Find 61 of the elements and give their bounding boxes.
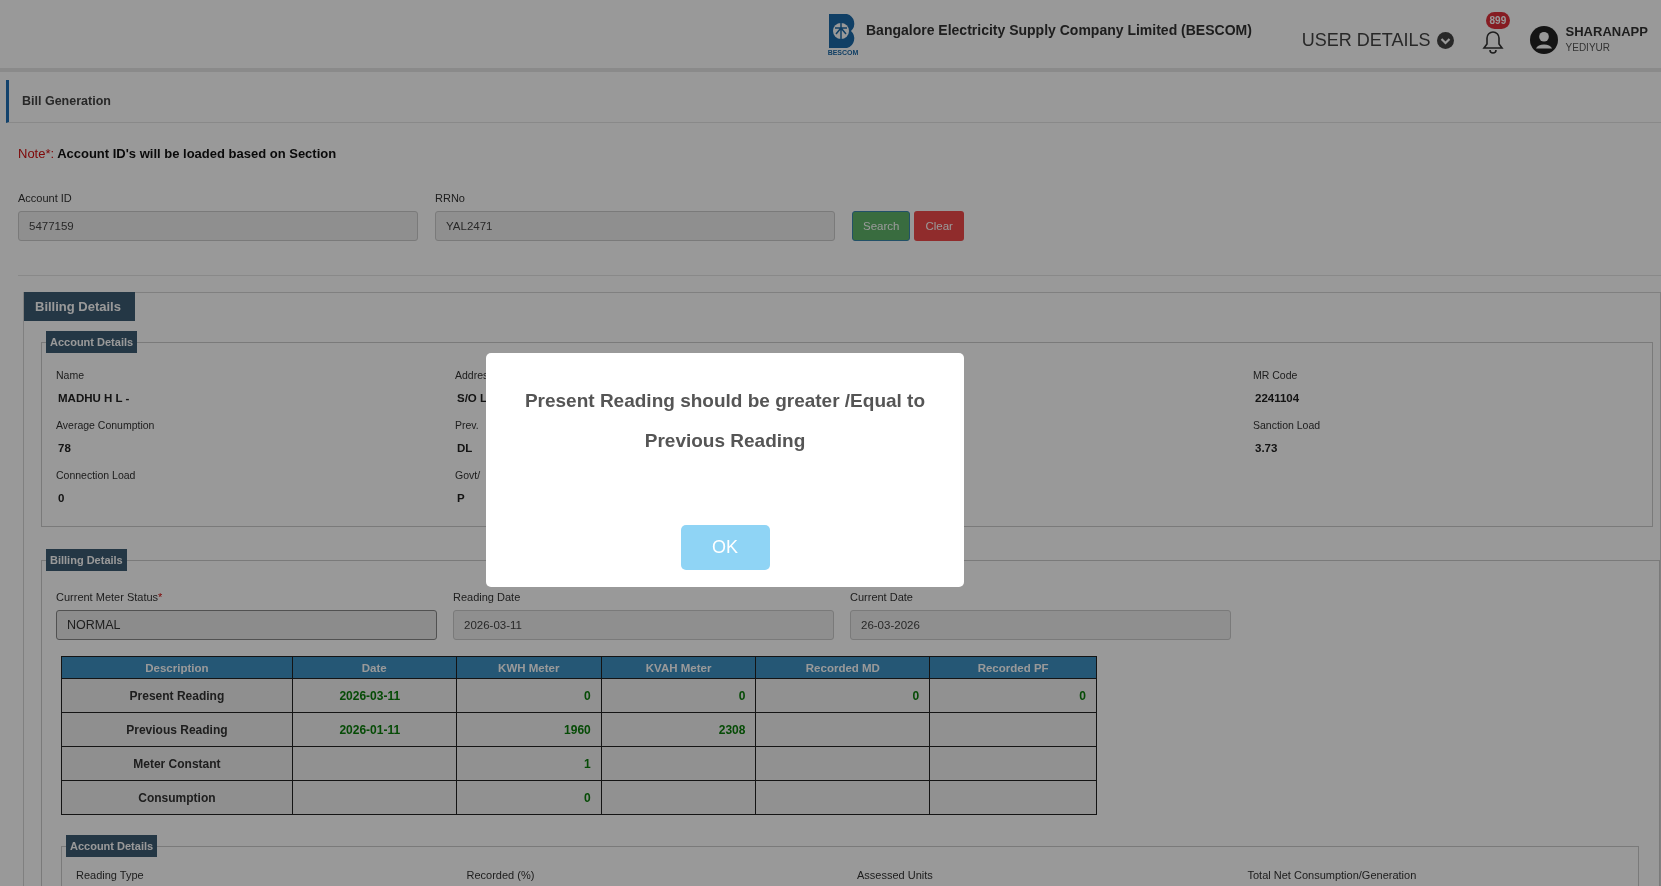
field-label: Current Meter Status* [56,591,164,603]
field-value: DL [457,442,473,454]
section-legend: Account Details [66,835,158,857]
table-cell: 0 [929,678,1097,713]
field-label: Account ID [18,192,73,204]
column-header: Description [61,656,293,679]
field-value: 2241104 [1255,392,1300,404]
field-label: Sanction Load [1253,419,1321,431]
user-name: SHARANAPP [1565,24,1648,39]
field-label: Name [56,369,84,381]
input-field[interactable]: YAL2471 [435,211,835,241]
company-name: Bangalore Electricity Supply Company Limited (BESCOM) [866,22,1252,38]
table-cell: 2308 [601,712,756,747]
table-cell: Present Reading [61,678,293,713]
field-value: 0 [58,492,65,504]
field-label: RRNo [435,192,466,204]
input-field[interactable]: 5477159 [18,211,418,241]
note-text: Account ID's will be loaded based on Section [57,146,337,161]
column-header: Recorded PF [929,656,1097,679]
field-label: Connection Load [56,469,136,481]
table-cell: Meter Constant [61,746,293,781]
table-cell: 0 [755,678,930,713]
field-value: 78 [58,442,71,454]
column-header: Recorded MD [755,656,930,679]
table-cell: Previous Reading [61,712,293,747]
alert-message: Present Reading should be greater /Equal to Previous Reading [523,389,927,453]
field-label: Reading Type [76,869,145,881]
section-legend: Billing Details [46,549,127,571]
field-label: Recorded (%) [466,869,536,881]
status-select[interactable]: NORMAL [56,610,437,640]
field-label: Average Conumption [56,419,155,431]
field-value: 3.73 [1255,442,1278,454]
column-header: KVAH Meter [601,656,756,679]
page-title: Bill Generation [22,94,111,108]
table-cell: 0 [456,678,602,713]
input-field[interactable]: 26-03-2026 [850,610,1231,640]
table-cell: 2026-03-11 [292,678,457,713]
column-header: Date [292,656,457,679]
section-legend: Account Details [46,331,138,353]
note-label: Note*: [18,146,55,161]
table-cell: Consumption [61,780,293,815]
table-cell: 0 [601,678,756,713]
notification-badge: 899 [1485,12,1511,29]
column-header: KWH Meter [456,656,602,679]
table-cell: 2026-01-11 [292,712,457,747]
field-label: Reading Date [453,591,522,603]
table-cell: 1960 [456,712,602,747]
field-value: MADHU H L - [58,392,130,404]
field-value: P [457,492,465,504]
field-label: MR Code [1253,369,1298,381]
field-label: Assessed Units [857,869,934,881]
user-details-menu[interactable]: USER DETAILS [1301,30,1454,51]
field-label: Current Date [850,591,914,603]
clear-button[interactable]: Clear [914,211,964,241]
user-location: YEDIYUR [1565,42,1611,53]
input-field[interactable]: 2026-03-11 [453,610,834,640]
field-label: Govt/ [455,469,481,481]
table-cell: 1 [456,746,602,781]
table-cell: 0 [456,780,602,815]
field-label: Total Net Consumption/Generation [1247,869,1418,881]
field-label: Prev. [455,419,479,431]
